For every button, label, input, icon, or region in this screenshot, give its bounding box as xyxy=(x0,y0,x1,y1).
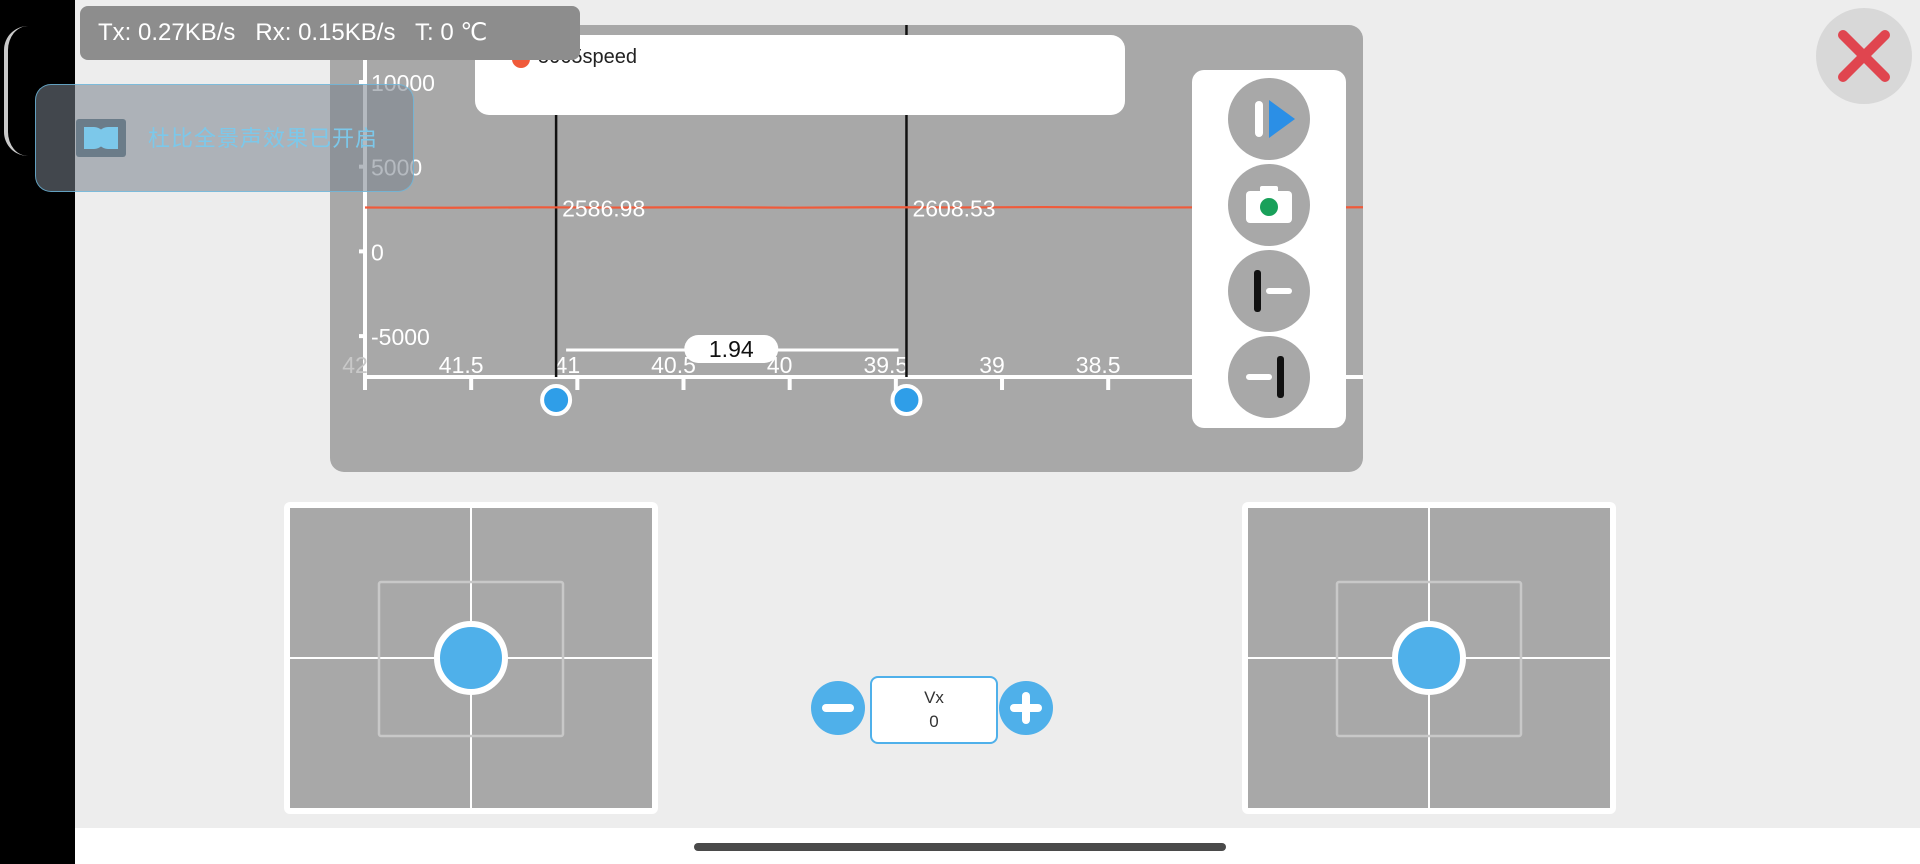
camera-icon xyxy=(1246,186,1292,223)
vx-label: Vx xyxy=(924,688,944,707)
cursor-right-button[interactable] xyxy=(1228,336,1310,418)
edge-back-gesture[interactable] xyxy=(4,26,32,156)
cursor-left-button[interactable] xyxy=(1228,250,1310,332)
x-tick-label: 41.5 xyxy=(439,352,484,378)
right-joystick-pad xyxy=(1248,508,1610,808)
home-indicator[interactable] xyxy=(694,843,1226,851)
y-tick-label: -5000 xyxy=(371,324,430,350)
network-status-overlay: Tx: 0.27KB/s Rx: 0.15KB/s T: 0 ℃ xyxy=(80,6,580,60)
dolby-logo-icon xyxy=(76,119,126,157)
cursor-readout: 2586.98 xyxy=(562,195,645,221)
cursor-readout: 2608.53 xyxy=(912,195,995,221)
play-button[interactable] xyxy=(1228,78,1310,160)
plus-icon xyxy=(999,681,1053,735)
play-pause-icon xyxy=(1255,100,1295,138)
right-joystick[interactable] xyxy=(1242,502,1616,814)
vx-value: 0 xyxy=(929,712,939,731)
decrement-button[interactable] xyxy=(810,680,866,736)
x-tick-label: 39.5 xyxy=(863,352,908,378)
x-tick-label: 39 xyxy=(979,352,1005,378)
right-joystick-knob xyxy=(1392,621,1466,695)
x-tick-label: 42 xyxy=(342,352,368,378)
snapshot-button[interactable] xyxy=(1228,164,1310,246)
x-tick-label: 38.5 xyxy=(1076,352,1121,378)
dolby-toast: 杜比全景声效果已开启 xyxy=(35,84,414,192)
left-joystick-knob xyxy=(434,621,508,695)
y-tick-label: 0 xyxy=(371,239,384,265)
dolby-toast-text: 杜比全景声效果已开启 xyxy=(148,126,379,151)
cursor-handle[interactable] xyxy=(540,384,573,416)
cursor-handle[interactable] xyxy=(890,384,923,416)
cursor-left-icon xyxy=(1254,270,1292,312)
minus-icon xyxy=(811,681,865,735)
close-button[interactable] xyxy=(1816,8,1912,104)
chart-toolbar xyxy=(1192,70,1346,428)
increment-button[interactable] xyxy=(998,680,1054,736)
left-joystick[interactable] xyxy=(284,502,658,814)
x-tick-label: 41 xyxy=(555,352,581,378)
cursor-right-icon xyxy=(1246,356,1284,398)
cursor-delta-value: 1.94 xyxy=(709,336,754,362)
close-icon xyxy=(1838,30,1890,82)
left-joystick-pad xyxy=(290,508,652,808)
vx-value-box[interactable]: Vx 0 xyxy=(870,676,998,744)
